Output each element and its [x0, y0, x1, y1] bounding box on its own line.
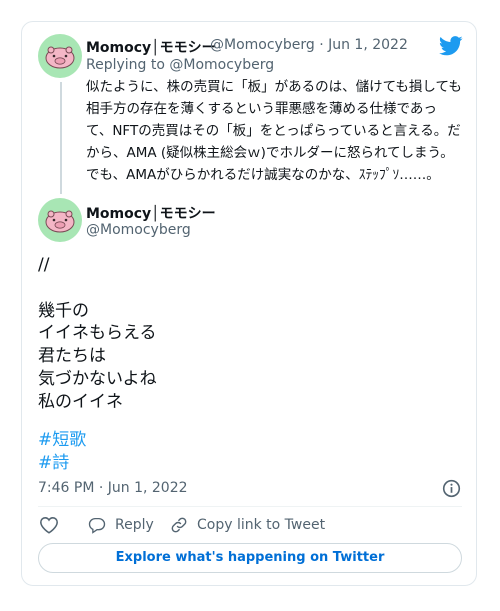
- meta-separator: ·: [319, 37, 324, 53]
- tweet-text: // 幾千の イイネもらえる 君たちは 気づかないよね 私のイイネ: [38, 255, 157, 412]
- copy-link-label: Copy link to Tweet: [197, 517, 326, 533]
- parent-date[interactable]: Jun 1, 2022: [328, 37, 408, 53]
- reply-icon: [88, 517, 106, 534]
- pig-avatar-icon: [45, 210, 75, 233]
- hashtag-poem[interactable]: #詩: [38, 452, 69, 474]
- parent-tweet-text: 似たように、株の売買に「板」があるのは、儲けても損しても相手方の存在を薄くすると…: [86, 79, 462, 183]
- parent-author-name[interactable]: Momocy│モモシー: [86, 37, 216, 57]
- tweet-timestamp[interactable]: 7:46 PM · Jun 1, 2022: [38, 480, 188, 496]
- parent-meta: @Momocyberg · Jun 1, 2022: [210, 37, 408, 53]
- author-avatar[interactable]: [38, 198, 82, 242]
- reply-button[interactable]: Reply: [88, 516, 154, 534]
- author-name[interactable]: Momocy│モモシー: [86, 203, 216, 223]
- twitter-bird-icon[interactable]: [439, 36, 463, 56]
- replying-prefix: Replying to: [86, 57, 170, 73]
- replying-to: Replying to @Momocyberg: [86, 57, 274, 73]
- pig-avatar-icon: [45, 46, 75, 69]
- replying-handle[interactable]: @Momocyberg: [169, 57, 274, 73]
- info-icon[interactable]: [442, 479, 461, 498]
- author-handle[interactable]: @Momocyberg: [86, 222, 191, 238]
- hashtag-tanka[interactable]: #短歌: [38, 429, 86, 451]
- link-icon: [171, 517, 187, 533]
- parent-avatar[interactable]: [38, 34, 82, 78]
- reply-label: Reply: [115, 517, 154, 533]
- thread-line: [60, 82, 62, 194]
- copy-link-button[interactable]: Copy link to Tweet: [170, 516, 325, 534]
- parent-handle[interactable]: @Momocyberg: [210, 37, 315, 53]
- heart-icon[interactable]: [39, 516, 59, 534]
- explore-twitter-button[interactable]: Explore what's happening on Twitter: [38, 543, 462, 573]
- divider: [38, 506, 462, 507]
